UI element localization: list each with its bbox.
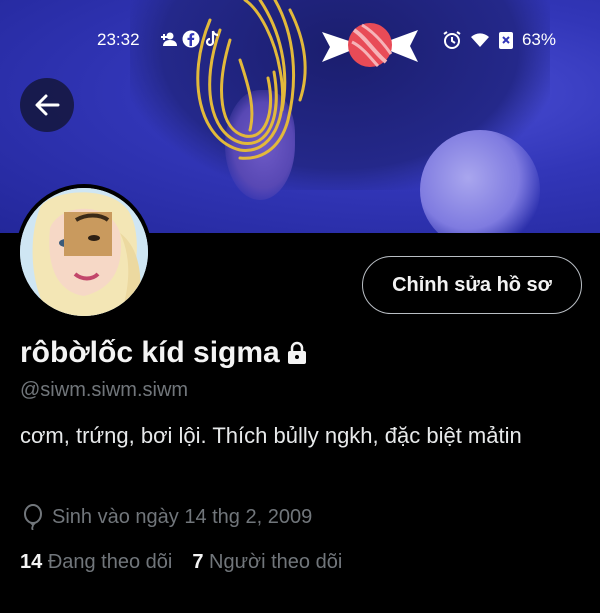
following-link[interactable]: 14 Đang theo dõi [20, 551, 172, 574]
arrow-left-icon [35, 94, 60, 116]
followers-count: 7 [192, 551, 204, 573]
facebook-icon [182, 30, 200, 48]
battery-saver-icon [498, 32, 513, 49]
following-count: 14 [20, 551, 43, 573]
followers-label: Người theo dõi [209, 551, 343, 573]
tiktok-icon [205, 30, 219, 47]
status-time: 23:32 [97, 30, 140, 49]
alarm-icon [443, 31, 461, 49]
edit-profile-button[interactable]: Chỉnh sửa hồ sơ [362, 256, 582, 314]
wifi-icon [470, 33, 489, 47]
candy-sticker [322, 23, 418, 68]
username-handle: @siwm.siwm.siwm [20, 379, 189, 401]
birth-date: Sinh vào ngày 14 thg 2, 2009 [52, 505, 313, 528]
display-name: rôbờlốc kíd sigma [20, 336, 280, 369]
avatar[interactable] [16, 184, 152, 320]
lock-icon [287, 341, 306, 364]
profile-bio: cơm, trứng, bơi lội. Thích bủlly ngkh, đ… [20, 423, 522, 448]
avatar-image [20, 188, 148, 316]
following-label: Đang theo dõi [47, 551, 173, 573]
followers-link[interactable]: 7 Người theo dõi [192, 551, 342, 574]
display-name-row: rôbờlốc kíd sigma [20, 336, 308, 370]
balloon-icon [24, 504, 42, 530]
birth-date-row: Sinh vào ngày 14 thg 2, 2009 [22, 504, 312, 530]
battery-percent: 63% [521, 30, 556, 49]
person-add-icon [161, 32, 177, 46]
status-bar: 23:32 63% [0, 28, 600, 54]
back-button[interactable] [20, 78, 74, 132]
follow-stats: 14 Đang theo dõi 7 Người theo dõi [20, 551, 342, 574]
